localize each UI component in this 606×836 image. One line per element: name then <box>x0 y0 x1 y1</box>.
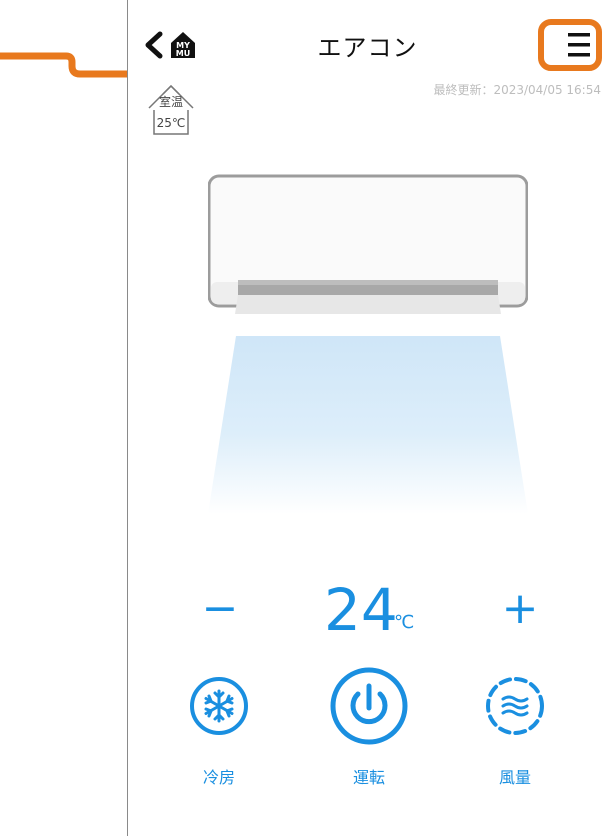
setpoint-value: 24 <box>324 576 398 644</box>
temp-decrease-button[interactable]: − <box>198 584 242 634</box>
temp-increase-button[interactable]: + <box>498 584 542 634</box>
power-label: 運転 <box>352 768 385 787</box>
temperature-control: − 24 ℃ + <box>128 578 606 644</box>
mode-label: 冷房 <box>202 768 235 787</box>
fan-speed-label: 風量 <box>498 768 531 787</box>
room-temp-value: 25℃ <box>156 116 186 130</box>
power-icon <box>330 667 408 745</box>
menu-hamburger-icon[interactable] <box>538 19 602 71</box>
room-temperature-badge: 室温 25℃ <box>145 80 197 136</box>
air-conditioner-illustration <box>208 174 528 514</box>
fan-speed-button[interactable]: 風量 <box>485 676 545 787</box>
room-temp-label: 室温 <box>158 95 183 109</box>
app-screen: MY MU エアコン 最終更新：2023/04/05 16:54 室温 25℃ <box>127 0 606 836</box>
fan-speed-icon <box>486 677 544 735</box>
power-button[interactable]: 運転 <box>329 666 409 787</box>
page-title: エアコン <box>317 34 418 62</box>
setpoint-unit: ℃ <box>394 612 415 633</box>
snowflake-icon <box>190 677 248 735</box>
last-updated-text: 最終更新：2023/04/05 16:54 <box>433 83 601 97</box>
mode-button[interactable]: 冷房 <box>189 676 249 787</box>
